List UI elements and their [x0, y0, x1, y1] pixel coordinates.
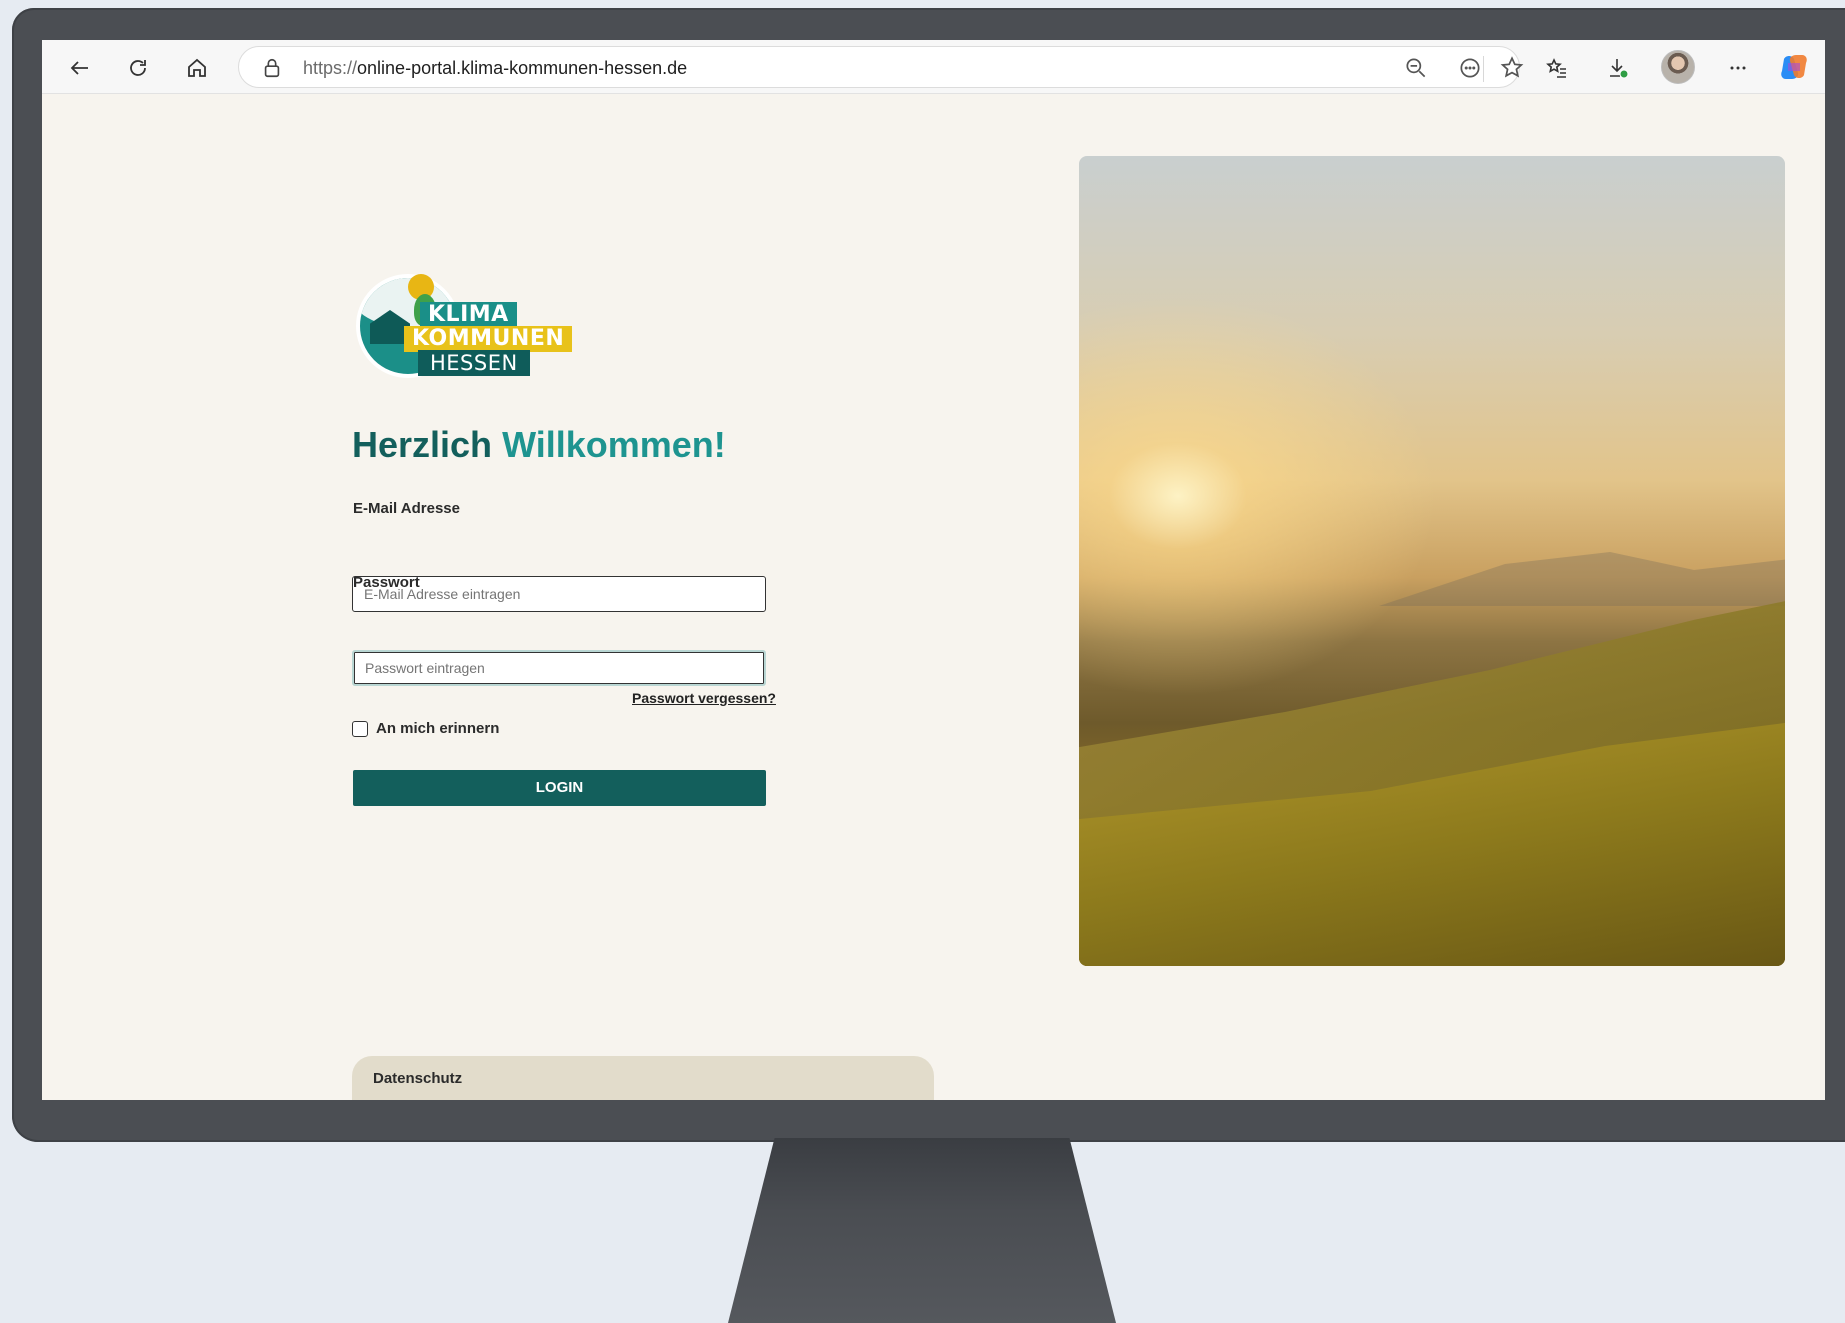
- more-menu-icon[interactable]: [1723, 53, 1753, 83]
- more-site-icon[interactable]: [1457, 55, 1483, 81]
- email-label: E-Mail Adresse: [353, 500, 460, 517]
- back-icon[interactable]: [65, 53, 95, 83]
- title-part-2: Willkommen!: [502, 424, 726, 465]
- remember-checkbox[interactable]: [352, 720, 368, 737]
- favorite-star-icon[interactable]: [1499, 55, 1525, 81]
- forgot-password-link[interactable]: Passwort vergessen?: [632, 690, 776, 706]
- favorites-list-icon[interactable]: [1542, 53, 1572, 83]
- monitor-stand: [728, 1138, 1116, 1323]
- title-part-1: Herzlich: [352, 424, 493, 465]
- hero-landscape-image: [1079, 156, 1785, 966]
- logo-word-klima: KLIMA: [420, 302, 517, 328]
- downloads-icon[interactable]: [1603, 53, 1633, 83]
- url-text[interactable]: https://online-portal.klima-kommunen-hes…: [303, 58, 687, 79]
- privacy-label: Datenschutz: [373, 1070, 463, 1087]
- browser-window: https://online-portal.klima-kommunen-hes…: [42, 40, 1825, 1100]
- profile-avatar[interactable]: [1661, 50, 1695, 84]
- copilot-icon[interactable]: [1778, 51, 1810, 83]
- home-icon[interactable]: [182, 53, 212, 83]
- remember-label: An mich erinnern: [376, 720, 500, 737]
- privacy-tab[interactable]: Datenschutz: [352, 1056, 934, 1100]
- page-title: Herzlich Willkommen!: [352, 424, 726, 466]
- hero-ridge: [1379, 552, 1785, 606]
- klima-kommunen-logo: KLIMA KOMMUNEN HESSEN: [356, 270, 573, 388]
- address-separator: [1483, 56, 1484, 82]
- login-button[interactable]: LOGIN: [353, 770, 766, 806]
- password-label: Passwort: [353, 574, 420, 591]
- password-field[interactable]: [352, 650, 766, 686]
- browser-toolbar: https://online-portal.klima-kommunen-hes…: [42, 40, 1825, 94]
- page-content: KLIMA KOMMUNEN HESSEN Herzlich Willkomme…: [42, 94, 1825, 1100]
- address-bar[interactable]: https://online-portal.klima-kommunen-hes…: [238, 46, 1524, 88]
- logo-word-kommunen: KOMMUNEN: [404, 326, 573, 352]
- reload-icon[interactable]: [123, 53, 153, 83]
- zoom-out-icon[interactable]: [1403, 55, 1429, 81]
- logo-word-hessen: HESSEN: [418, 350, 530, 376]
- site-info-icon[interactable]: [261, 57, 283, 79]
- remember-me[interactable]: An mich erinnern: [352, 720, 499, 737]
